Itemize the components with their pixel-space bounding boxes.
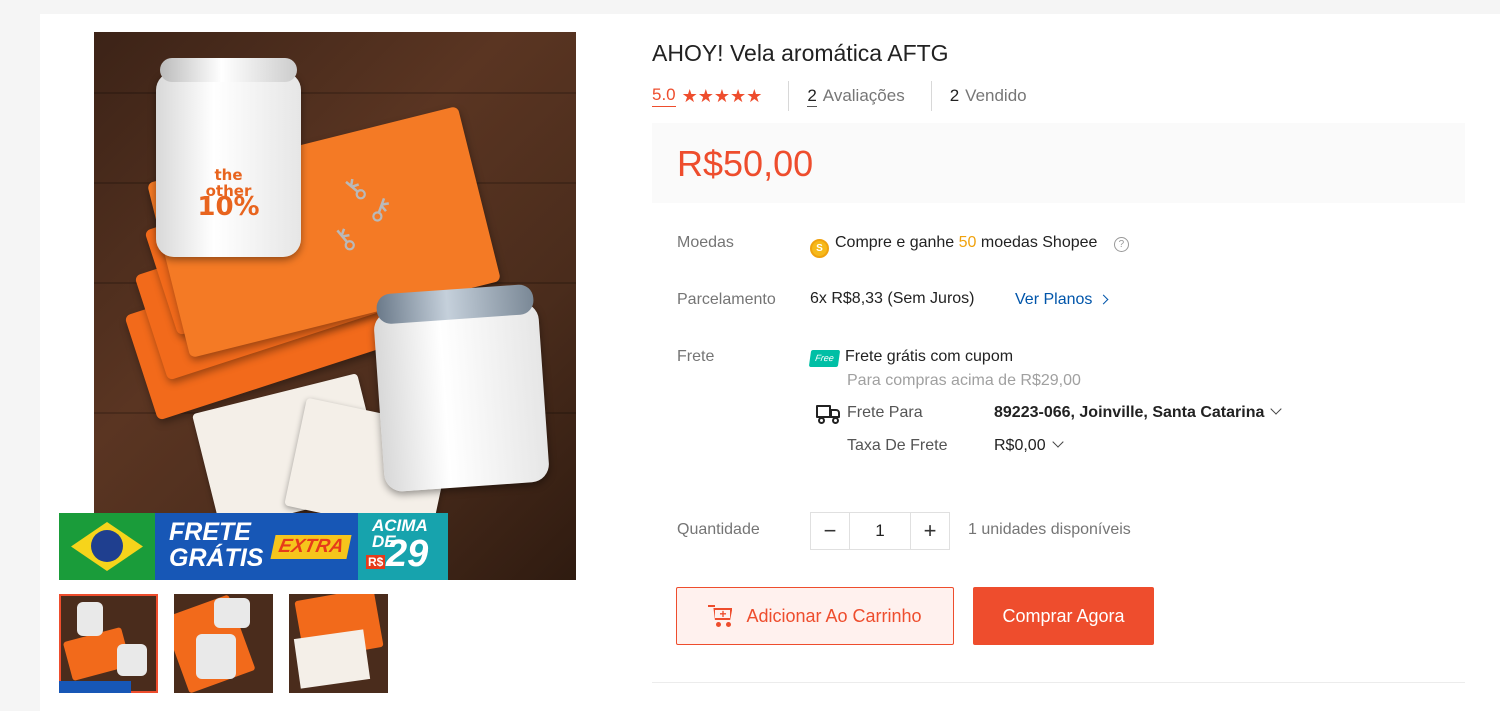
truck-icon (816, 404, 842, 424)
main-product-image[interactable]: ⚷ ⚷ ⚷ the other 10% (94, 32, 576, 580)
installment-link-label: Ver Planos (1015, 291, 1093, 308)
rating-row: 5.0 ★★★★★ 2 Avaliações 2 Vendido (652, 81, 1027, 111)
product-price: R$50,00 (677, 143, 814, 184)
sold-count: 2 (949, 86, 960, 105)
promo-frete-line1: FRETE (169, 518, 251, 546)
thumbnail-3[interactable] (289, 594, 388, 693)
promo-extra: EXTRA (270, 535, 352, 559)
jar-label-line3: 10% (197, 192, 260, 222)
ship-fee-label: Taxa De Frete (847, 437, 948, 454)
ship-to-select[interactable]: 89223-066, Joinville, Santa Catarina (994, 403, 1283, 422)
chevron-down-icon (1270, 403, 1283, 415)
free-shipping-icon: Free (808, 350, 841, 367)
ship-fee-value: R$0,00 (994, 437, 1046, 454)
quantity-input[interactable]: 1 (849, 513, 911, 549)
coins-text-after: moedas Shopee (980, 234, 1098, 251)
reviews-label: Avaliações (822, 86, 905, 105)
installment-label: Parcelamento (677, 291, 776, 308)
thumbnail-2[interactable] (174, 594, 273, 693)
coins-text-before: Compre e ganhe (835, 234, 955, 251)
free-shipping-sub: Para compras acima de R$29,00 (847, 372, 1081, 389)
ship-fee-select[interactable]: R$0,00 (994, 436, 1064, 455)
coins-row: S Compre e ganhe 50 moedas Shopee ? (810, 234, 1129, 258)
add-to-cart-button[interactable]: + Adicionar Ao Carrinho (676, 587, 954, 645)
coins-label: Moedas (677, 234, 734, 251)
chevron-right-icon (1098, 294, 1109, 305)
installment-link[interactable]: Ver Planos (1015, 291, 1109, 309)
divider (652, 682, 1465, 683)
promo-currency: R$ (366, 555, 386, 569)
star-icon: ★★★★★ (681, 85, 763, 106)
promo-amount: 29 (386, 533, 429, 575)
truck-icon-wrap (816, 404, 842, 425)
quantity-increase-button[interactable]: + (911, 513, 949, 549)
price-box: R$50,00 (652, 123, 1465, 203)
sold-label: Vendido (965, 86, 1027, 105)
installment-value: 6x R$8,33 (Sem Juros) (810, 290, 975, 307)
quantity-decrease-button[interactable]: − (811, 513, 849, 549)
chevron-down-icon (1051, 436, 1064, 448)
buy-now-button[interactable]: Comprar Agora (973, 587, 1154, 645)
help-icon[interactable]: ? (1113, 237, 1129, 252)
reviews-count[interactable]: 2 (807, 86, 817, 107)
divider (930, 81, 932, 111)
product-title: AHOY! Vela aromática AFTG (652, 40, 949, 66)
divider (788, 81, 790, 111)
promo-banner: FRETE GRÁTIS EXTRA ACIMA DE R$ 29 (59, 513, 448, 580)
add-to-cart-label: Adicionar Ao Carrinho (746, 605, 922, 626)
thumbnail-1[interactable] (59, 594, 158, 693)
ship-to-label: Frete Para (847, 404, 923, 421)
rating-value[interactable]: 5.0 (652, 85, 676, 107)
stock-text: 1 unidades disponíveis (968, 521, 1131, 538)
cart-icon: + (708, 604, 734, 628)
quantity-label: Quantidade (677, 521, 760, 538)
brazil-flag-icon (59, 513, 155, 580)
shipping-label: Frete (677, 348, 715, 365)
thumbnail-strip (59, 594, 388, 693)
free-shipping-text: Frete grátis com cupom (845, 348, 1014, 365)
promo-frete-line2: GRÁTIS (169, 544, 264, 572)
free-shipping-row: Free Frete grátis com cupom (808, 348, 1014, 367)
coin-icon: S (810, 239, 829, 258)
coins-amount: 50 (958, 234, 977, 251)
ship-to-value: 89223-066, Joinville, Santa Catarina (994, 404, 1265, 421)
quantity-stepper: − 1 + (810, 512, 950, 550)
